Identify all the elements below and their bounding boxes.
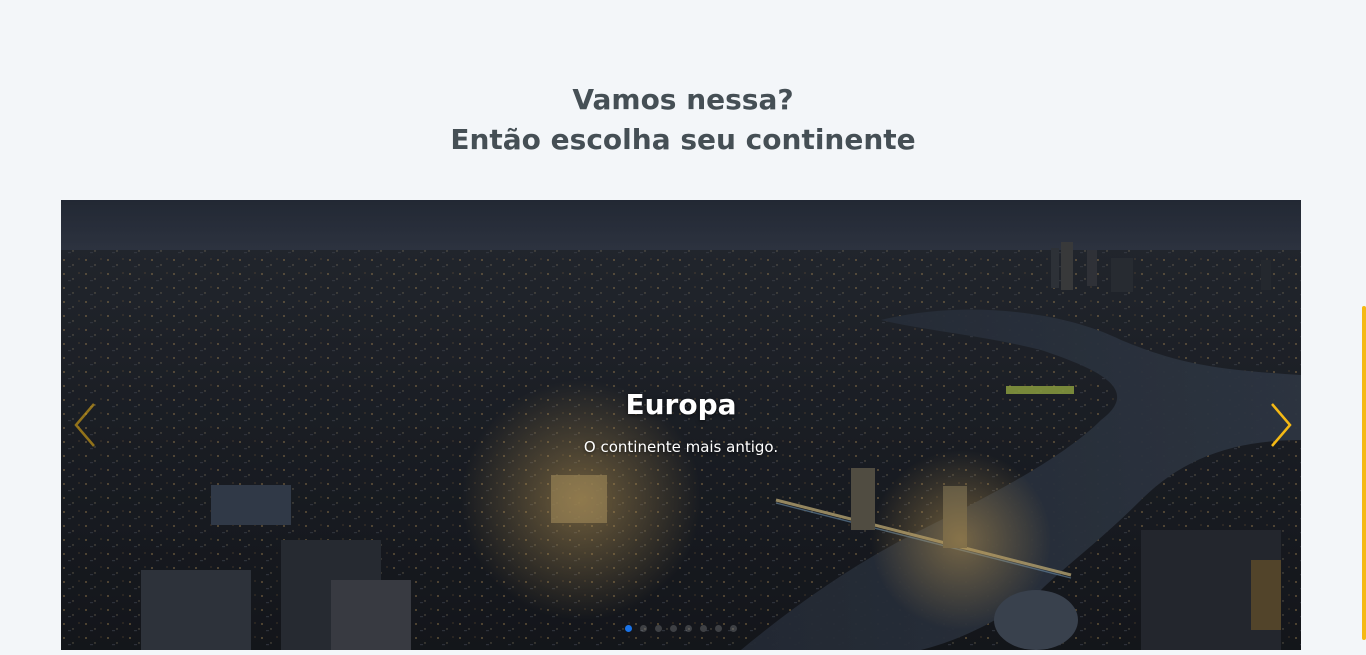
section-heading: Vamos nessa? Então escolha seu continent…: [0, 80, 1366, 160]
carousel-dot-7[interactable]: [715, 625, 722, 632]
carousel-dot-1[interactable]: [625, 625, 632, 632]
heading-line-2: Então escolha seu continente: [450, 123, 916, 156]
chevron-right-icon: [1271, 403, 1292, 447]
carousel-dot-4[interactable]: [670, 625, 677, 632]
slide-caption: Europa O continente mais antigo.: [61, 385, 1301, 457]
carousel-next-button[interactable]: [1261, 395, 1301, 455]
carousel-dot-6[interactable]: [700, 625, 707, 632]
carousel-dot-8[interactable]: [730, 625, 737, 632]
continent-section: Vamos nessa? Então escolha seu continent…: [0, 0, 1366, 655]
carousel-indicators: [61, 625, 1301, 632]
heading-line-1: Vamos nessa?: [572, 83, 794, 116]
carousel-prev-button[interactable]: [65, 395, 105, 455]
carousel-dot-5[interactable]: [685, 625, 692, 632]
carousel-dot-3[interactable]: [655, 625, 662, 632]
carousel-dot-2[interactable]: [640, 625, 647, 632]
slide-description: O continente mais antigo.: [583, 438, 779, 456]
scrollbar-thumb[interactable]: [1362, 306, 1366, 640]
slide-title: Europa: [625, 388, 737, 421]
continent-carousel[interactable]: Europa O continente mais antigo.: [61, 200, 1301, 650]
chevron-left-icon: [74, 403, 95, 447]
